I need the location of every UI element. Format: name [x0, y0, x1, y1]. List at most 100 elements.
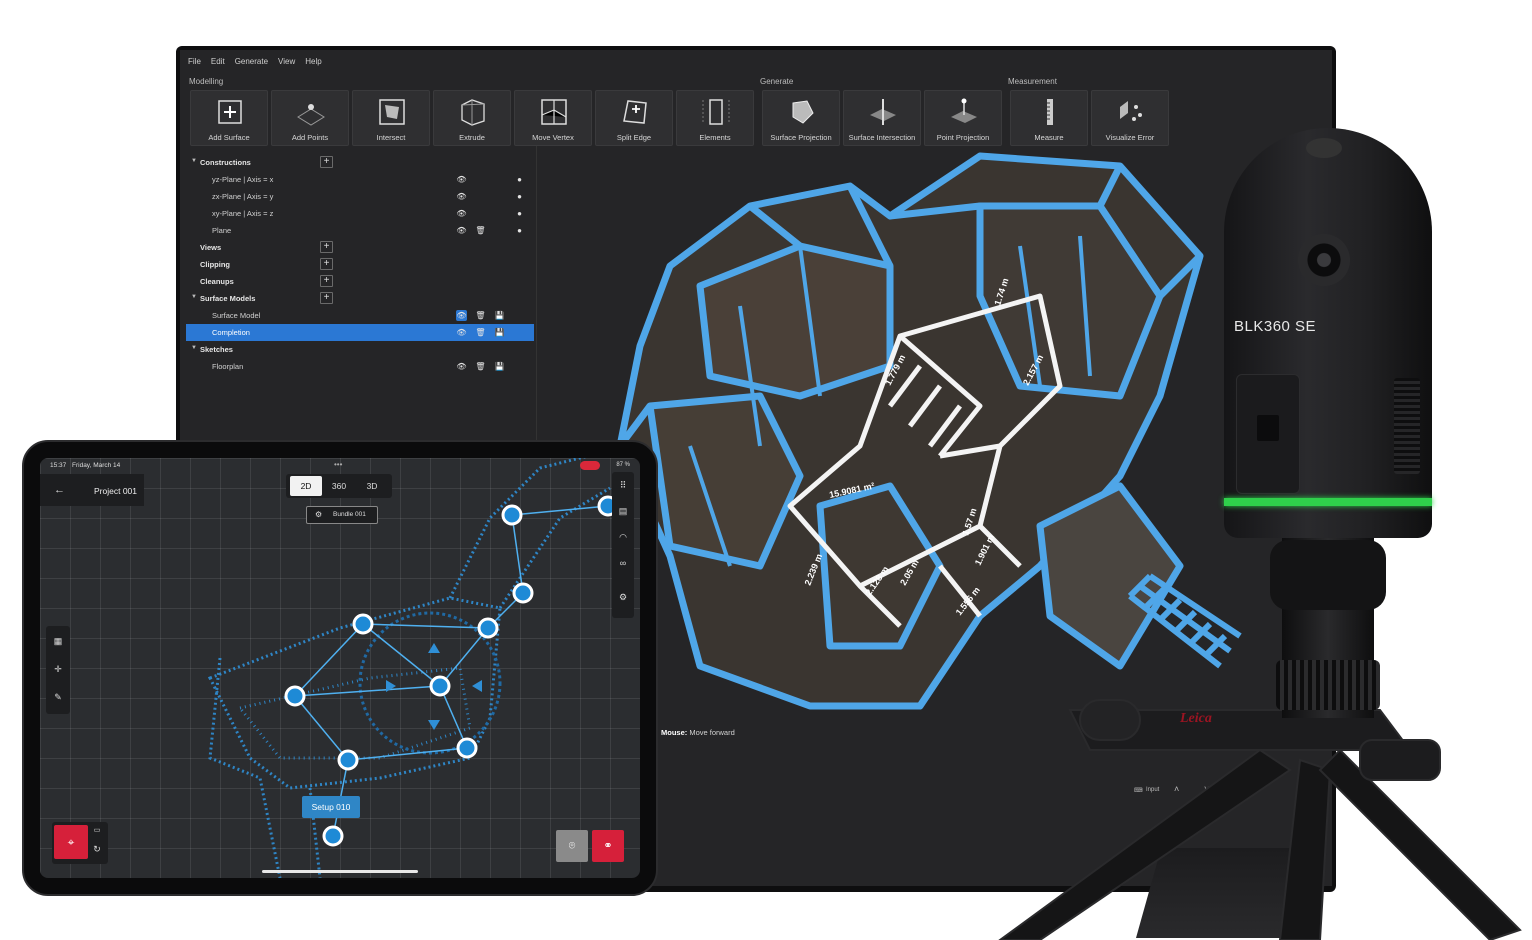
split-edge-label: Split Edge	[616, 133, 652, 142]
multitask-dots-icon[interactable]: •••	[334, 460, 342, 469]
extrude-icon	[461, 99, 485, 126]
color-drop-icon[interactable]: ●	[514, 174, 525, 185]
extrude-button[interactable]: Extrude	[433, 90, 511, 146]
recording-indicator	[580, 461, 600, 470]
save-icon[interactable]: 💾	[494, 361, 505, 372]
settings-gear-icon[interactable]: ⚙	[616, 590, 630, 604]
bundle-selector[interactable]: ⚙ Bundle 001	[306, 506, 378, 524]
tree-yz-plane[interactable]: yz-Plane | Axis = x 👁 ●	[186, 171, 534, 188]
surface-projection-button[interactable]: Surface Projection	[762, 90, 840, 146]
elements-button[interactable]: Elements	[676, 90, 754, 146]
color-drop-icon[interactable]: ●	[514, 208, 525, 219]
add-points-label: Add Points	[291, 133, 329, 142]
trash-icon[interactable]: 🗑	[475, 361, 486, 372]
caret-down-icon[interactable]: ▼	[191, 294, 197, 300]
menu-help[interactable]: Help	[305, 57, 321, 66]
split-edge-button[interactable]: Split Edge	[595, 90, 673, 146]
tree-plane[interactable]: Plane 👁 🗑 ●	[186, 222, 534, 239]
menu-view[interactable]: View	[278, 57, 295, 66]
layers-icon[interactable]: ▦	[51, 634, 65, 648]
eye-icon[interactable]: 👁	[456, 191, 467, 202]
caret-down-icon[interactable]: ▼	[191, 158, 197, 164]
mode-3d-tab[interactable]: 3D	[356, 476, 388, 496]
tree-constructions[interactable]: ▼ Constructions +	[186, 154, 534, 171]
surface-intersection-button[interactable]: Surface Intersection	[843, 90, 921, 146]
left-toolbar: ▦ ✛ ✎	[46, 626, 70, 714]
setup-marker	[429, 675, 451, 697]
tree-xy-plane[interactable]: xy-Plane | Axis = z 👁 ●	[186, 205, 534, 222]
3d-viewport[interactable]: 1.779 m 2.157 m 15.9081 m² 2.239 m 2.128…	[560, 146, 1260, 746]
tree-surface-model[interactable]: Surface Model 👁 🗑 💾	[186, 307, 534, 324]
caret-down-icon[interactable]: ▼	[191, 345, 197, 351]
blk360-scanner: BLK360 SE	[1224, 128, 1432, 538]
power-button[interactable]	[1257, 415, 1279, 441]
link-icon[interactable]: ∞	[616, 556, 630, 570]
setup-marker	[501, 504, 523, 526]
measure-pen-icon[interactable]: ✎	[51, 690, 65, 704]
camera-icon[interactable]: ▭	[90, 824, 104, 838]
eye-icon[interactable]: 👁	[456, 208, 467, 219]
scan-button[interactable]: ⌖	[54, 825, 88, 859]
tree-clipping[interactable]: Clipping +	[186, 256, 534, 273]
eye-icon[interactable]: 👁	[456, 174, 467, 185]
add-cleanup-button[interactable]: +	[320, 275, 333, 287]
tree-zx-plane[interactable]: zx-Plane | Axis = y 👁 ●	[186, 188, 534, 205]
trash-icon[interactable]: 🗑	[475, 225, 486, 236]
link-setup-button[interactable]: ⚭	[592, 830, 624, 862]
mode-360-tab[interactable]: 360	[323, 476, 355, 496]
tree-floorplan-label: Floorplan	[212, 362, 244, 371]
add-surface-model-button[interactable]: +	[320, 292, 333, 304]
tree-cleanups[interactable]: Cleanups +	[186, 273, 534, 290]
measure-button[interactable]: Measure	[1010, 90, 1088, 146]
eye-icon[interactable]: 👁	[456, 310, 467, 321]
tree-views[interactable]: Views +	[186, 239, 534, 256]
tree-sketches[interactable]: ▼ Sketches	[186, 341, 534, 358]
eye-icon[interactable]: 👁	[456, 327, 467, 338]
eye-icon[interactable]: 👁	[456, 361, 467, 372]
save-icon[interactable]: 💾	[494, 310, 505, 321]
viewport-hint: Mouse: Move forward	[661, 728, 735, 737]
visualize-error-button[interactable]: Visualize Error	[1091, 90, 1169, 146]
toolbox-icon[interactable]: ▤	[616, 504, 630, 518]
intersect-icon	[379, 99, 405, 125]
field-app-screen: 15:37 Friday, March 14 ••• 87 % ← Projec…	[40, 458, 640, 878]
add-points-button[interactable]: Add Points	[271, 90, 349, 146]
move-vertex-button[interactable]: Move Vertex	[514, 90, 592, 146]
trash-icon[interactable]: 🗑	[475, 327, 486, 338]
eye-icon[interactable]: 👁	[456, 225, 467, 236]
mode-2d-tab[interactable]: 2D	[290, 476, 322, 496]
point-projection-button[interactable]: Point Projection	[924, 90, 1002, 146]
intersect-button[interactable]: Intersect	[352, 90, 430, 146]
wifi-icon[interactable]: ◠	[616, 530, 630, 544]
elements-icon	[702, 99, 730, 125]
trash-icon[interactable]: 🗑	[475, 310, 486, 321]
menu-generate[interactable]: Generate	[235, 57, 268, 66]
location-pin-icon[interactable]: ⌾	[556, 830, 588, 862]
move-vertex-icon	[541, 99, 567, 125]
tree-xy-plane-label: xy-Plane | Axis = z	[212, 209, 274, 218]
tree-floorplan[interactable]: Floorplan 👁 🗑 💾	[186, 358, 534, 375]
tripod: Leica	[998, 699, 1522, 940]
menu-file[interactable]: File	[188, 57, 201, 66]
color-drop-icon[interactable]: ●	[514, 225, 525, 236]
save-icon[interactable]: 💾	[494, 327, 505, 338]
menu-edit[interactable]: Edit	[211, 57, 225, 66]
tripod-leg	[998, 748, 1292, 940]
ribbon-group-generate: Generate	[760, 77, 794, 86]
tree-surface-models[interactable]: ▼ Surface Models +	[186, 290, 534, 307]
tree-completion[interactable]: Completion 👁 🗑 💾	[186, 324, 534, 341]
grid-icon[interactable]: ⠿	[616, 478, 630, 492]
add-clipping-button[interactable]: +	[320, 258, 333, 270]
hint-key: Mouse:	[661, 728, 688, 737]
add-construction-button[interactable]: +	[320, 156, 333, 168]
measure-label: Measure	[1034, 133, 1064, 142]
visualize-error-icon	[1120, 101, 1142, 121]
color-drop-icon[interactable]: ●	[514, 191, 525, 202]
add-view-button[interactable]: +	[320, 241, 333, 253]
back-arrow-icon[interactable]: ←	[54, 484, 65, 496]
home-indicator[interactable]	[262, 870, 418, 873]
add-surface-button[interactable]: Add Surface	[190, 90, 268, 146]
split-edge-icon	[623, 100, 647, 124]
refresh-icon[interactable]: ↻	[90, 842, 104, 856]
target-icon[interactable]: ✛	[51, 662, 65, 676]
